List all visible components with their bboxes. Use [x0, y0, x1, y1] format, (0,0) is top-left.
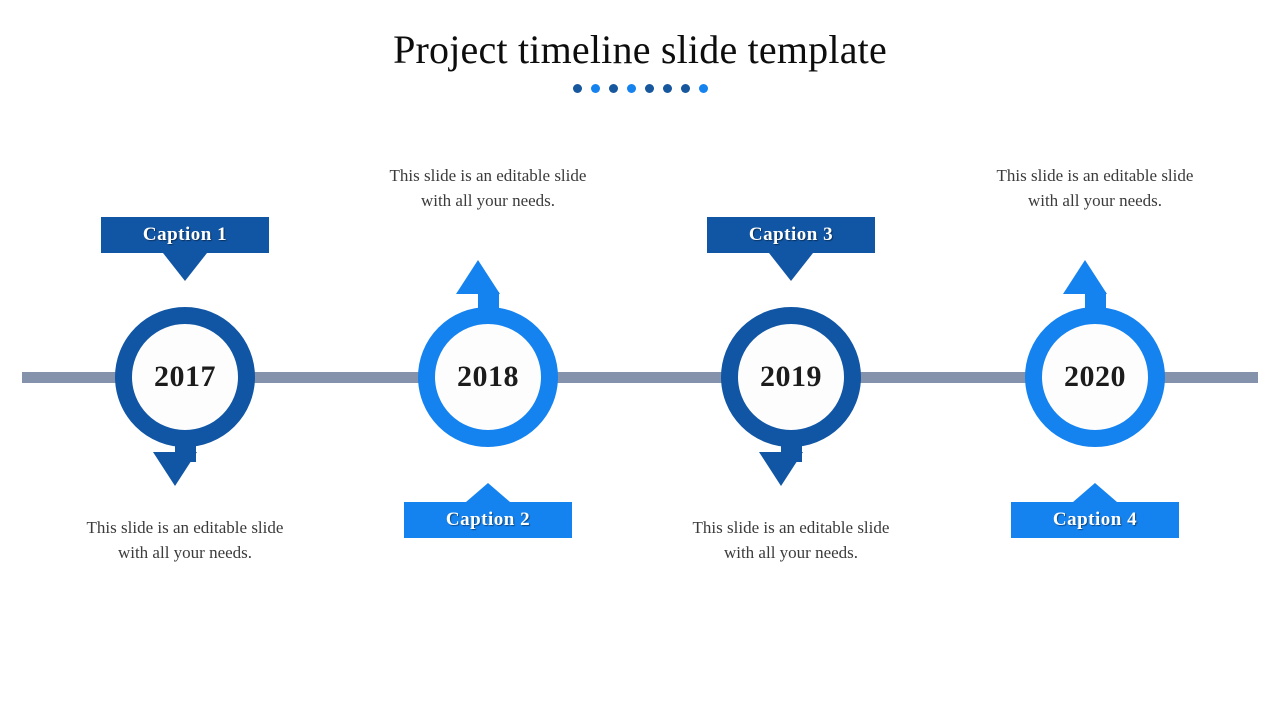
caption-label: Caption 3 [748, 224, 834, 245]
caption-tail-icon [466, 483, 510, 502]
milestone-description-2: This slide is an editable slide with all… [389, 166, 587, 210]
divider-dot-5 [644, 84, 654, 93]
caption-banner-3[interactable]: Caption 3 [707, 217, 875, 281]
milestone-description-3: This slide is an editable slide with all… [692, 518, 890, 562]
divider-dot-2 [590, 84, 600, 93]
milestone-year-label: 2019 [760, 360, 822, 393]
divider-dot-3 [608, 84, 618, 93]
divider-dot-6 [662, 84, 672, 93]
milestone-description-1: This slide is an editable slide with all… [86, 518, 284, 562]
milestone-description-4: This slide is an editable slide with all… [996, 166, 1194, 210]
milestone-circle-2018[interactable]: 2018 [418, 307, 558, 447]
caption-label: Caption 2 [445, 509, 531, 530]
milestone-circle-2017[interactable]: 2017 [115, 307, 255, 447]
timeline-slide: Project timeline slide template 2017 2018… [0, 0, 1280, 720]
milestone-2019[interactable]: 2019 [701, 0, 881, 720]
arrow-down-icon-2019 [759, 452, 803, 486]
arrow-up-icon-2018 [456, 260, 500, 294]
arrow-down-icon-2017 [153, 452, 197, 486]
milestone-year-label: 2020 [1064, 360, 1126, 393]
milestone-2020[interactable]: 2020 [1005, 0, 1185, 720]
caption-tail-icon [1073, 483, 1117, 502]
arrow-up-icon-2020 [1063, 260, 1107, 294]
caption-banner-2[interactable]: Caption 2 [404, 483, 572, 538]
milestone-circle-2019[interactable]: 2019 [721, 307, 861, 447]
caption-tail-icon [769, 253, 813, 281]
milestone-2017[interactable]: 2017 [95, 0, 275, 720]
divider-dot-7 [680, 84, 690, 93]
divider-dot-4 [626, 84, 636, 93]
caption-banner-4[interactable]: Caption 4 [1011, 483, 1179, 538]
milestone-year-label: 2017 [154, 360, 216, 393]
milestone-2018[interactable]: 2018 [398, 0, 578, 720]
milestone-year-label: 2018 [457, 360, 519, 393]
milestone-circle-2020[interactable]: 2020 [1025, 307, 1165, 447]
caption-label: Caption 4 [1052, 509, 1138, 530]
caption-tail-icon [163, 253, 207, 281]
caption-label: Caption 1 [142, 224, 228, 245]
caption-banner-1[interactable]: Caption 1 [101, 217, 269, 281]
